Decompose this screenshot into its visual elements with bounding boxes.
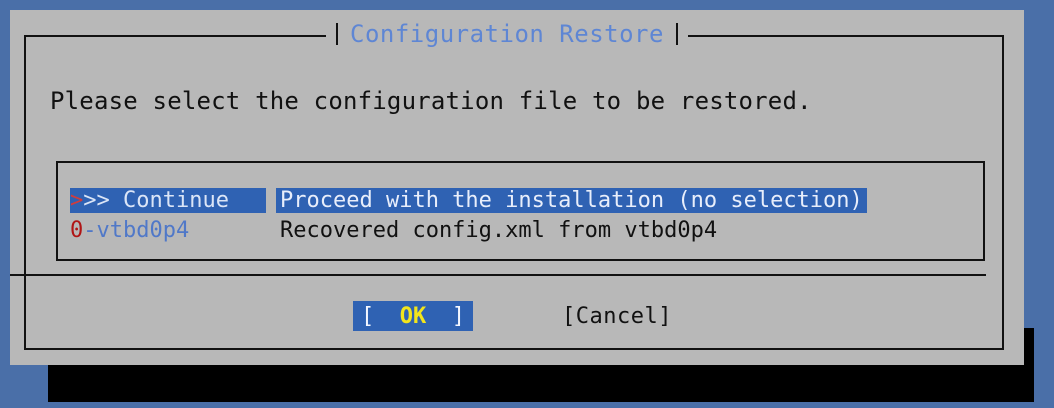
menu-item-tag-label: -vtbd0p4: [83, 217, 190, 243]
button-divider: [10, 274, 986, 276]
menu-item-hotkey: >: [70, 187, 84, 213]
menu-item-tag: 0 -vtbd0p4: [70, 218, 266, 243]
menu-item-description: Recovered config.xml from vtbd0p4: [280, 217, 718, 243]
configuration-restore-dialog: Configuration Restore Please select the …: [10, 10, 1024, 365]
menu-item-vtbd0p4[interactable]: 0 -vtbd0p4 Recovered config.xml from vtb…: [70, 215, 721, 245]
ok-bracket-left: [: [361, 303, 375, 329]
configuration-file-list: > >> Continue Proceed with the installat…: [56, 161, 985, 261]
dialog-title: Configuration Restore: [350, 20, 664, 48]
menu-item-continue[interactable]: > >> Continue Proceed with the installat…: [70, 185, 867, 215]
ok-label: OK: [399, 303, 427, 329]
ok-bracket-right: ]: [451, 303, 465, 329]
dialog-prompt: Please select the configuration file to …: [50, 87, 812, 115]
menu-item-tag: > >> Continue: [70, 187, 266, 213]
menu-item-description: Proceed with the installation (no select…: [276, 187, 867, 213]
menu-item-tag-label: >> Continue: [83, 187, 229, 213]
title-left-marker: [336, 23, 338, 45]
title-right-marker: [675, 23, 678, 45]
cancel-button[interactable]: [Cancel]: [562, 301, 672, 331]
dialog-title-bar: Configuration Restore: [326, 16, 688, 52]
menu-item-hotkey: 0: [70, 217, 84, 243]
ok-button[interactable]: [ OK ]: [353, 301, 473, 331]
